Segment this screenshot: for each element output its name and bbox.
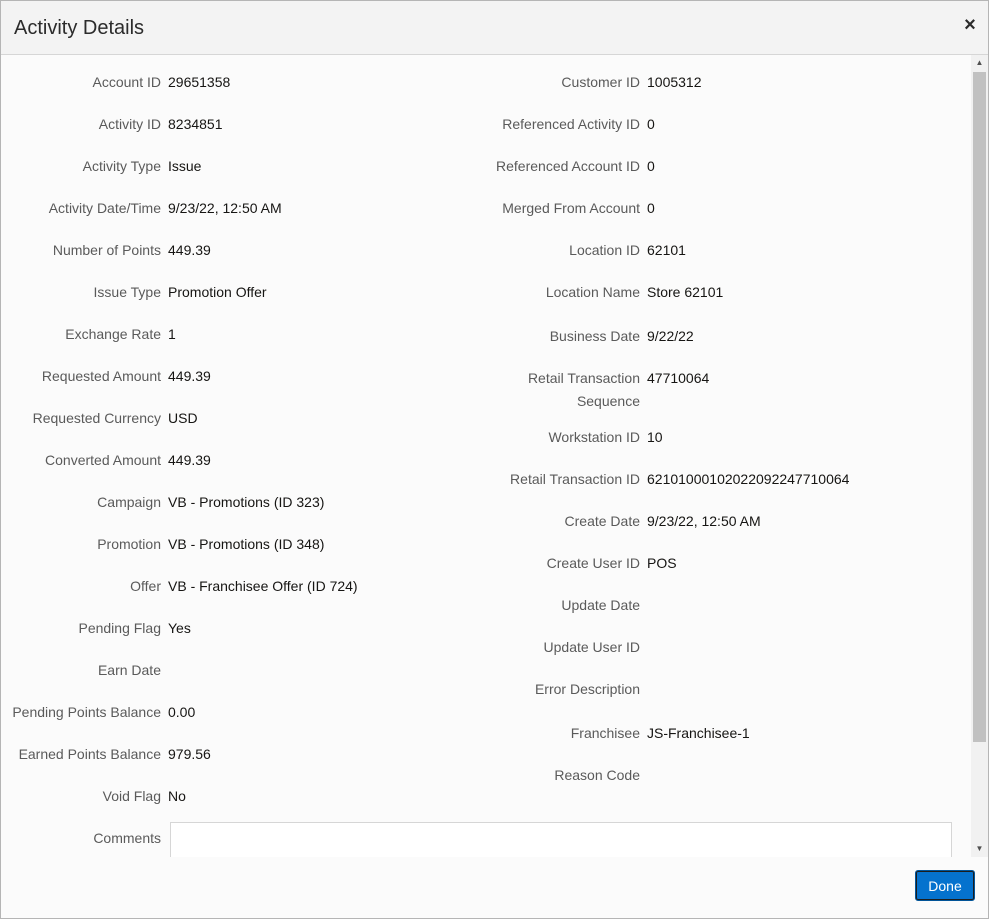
field-value-retail-transaction-sequence: 47710064 [647, 370, 710, 386]
close-icon[interactable]: × [962, 15, 978, 35]
dialog-title: Activity Details [14, 17, 145, 39]
field-value-activity-type: Issue [168, 158, 202, 174]
field-label-reason-code: Reason Code [554, 767, 640, 783]
field-value-requested-amount: 449.39 [168, 368, 211, 384]
field-label-account-id: Account ID [92, 74, 161, 90]
field-label-activity-datetime: Activity Date/Time [48, 200, 161, 216]
scrollbar-thumb[interactable] [973, 72, 986, 742]
field-label-converted-amount: Converted Amount [45, 452, 161, 468]
field-value-pending-flag: Yes [168, 620, 191, 636]
field-value-promotion: VB - Promotions (ID 348) [168, 536, 325, 552]
field-label-customer-id: Customer ID [561, 74, 640, 90]
field-label-promotion: Promotion [97, 536, 161, 552]
field-value-activity-datetime: 9/23/22, 12:50 AM [168, 200, 282, 216]
field-label-issue-type: Issue Type [93, 284, 161, 300]
field-label-location-id: Location ID [569, 242, 640, 258]
field-label-activity-id: Activity ID [98, 116, 161, 132]
field-label-location-name: Location Name [545, 284, 640, 300]
vertical-scrollbar[interactable]: ▲ ▼ [971, 55, 988, 857]
field-label-retail-transaction-id: Retail Transaction ID [510, 471, 640, 487]
field-label-retail-transaction-sequence: Retail Transaction [527, 370, 640, 386]
field-value-workstation-id: 10 [647, 429, 663, 445]
scroll-down-arrow-icon[interactable]: ▼ [971, 841, 988, 857]
field-value-offer: VB - Franchisee Offer (ID 724) [168, 578, 358, 594]
field-label-retail-transaction-sequence-line2: Sequence [576, 393, 640, 409]
field-label-activity-type: Activity Type [82, 158, 161, 174]
field-value-earned-points-balance: 979.56 [168, 746, 211, 762]
field-value-campaign: VB - Promotions (ID 323) [168, 494, 325, 510]
dialog-body: Account ID 29651358 Activity ID 8234851 … [1, 55, 971, 857]
field-label-pending-flag: Pending Flag [78, 620, 161, 636]
field-value-number-of-points: 449.39 [168, 242, 211, 258]
field-label-referenced-account-id: Referenced Account ID [496, 158, 640, 174]
field-value-pending-points-balance: 0.00 [168, 704, 196, 720]
field-value-location-id: 62101 [647, 242, 686, 258]
field-value-create-user-id: POS [647, 555, 677, 571]
field-label-earn-date: Earn Date [97, 662, 161, 678]
field-value-void-flag: No [168, 788, 186, 804]
field-label-pending-points-balance: Pending Points Balance [12, 704, 161, 720]
field-label-comments: Comments [93, 830, 161, 846]
field-value-franchisee: JS-Franchisee-1 [647, 725, 750, 741]
field-label-create-user-id: Create User ID [546, 555, 640, 571]
field-value-location-name: Store 62101 [647, 284, 724, 300]
activity-details-dialog: Activity Details × Account ID 29651358 A… [0, 0, 989, 919]
field-label-earned-points-balance: Earned Points Balance [18, 746, 161, 762]
field-label-create-date: Create Date [564, 513, 640, 529]
field-value-merged-from-account: 0 [647, 200, 655, 216]
field-label-exchange-rate: Exchange Rate [65, 326, 161, 342]
field-label-void-flag: Void Flag [102, 788, 161, 804]
field-label-business-date: Business Date [549, 328, 640, 344]
field-value-retail-transaction-id: 62101000102022092247710064 [647, 471, 850, 487]
field-label-referenced-activity-id: Referenced Activity ID [502, 116, 640, 132]
field-value-issue-type: Promotion Offer [168, 284, 267, 300]
field-label-update-user-id: Update User ID [543, 639, 640, 655]
field-label-merged-from-account: Merged From Account [502, 200, 640, 216]
field-label-campaign: Campaign [97, 494, 161, 510]
done-button[interactable]: Done [915, 870, 975, 901]
field-value-requested-currency: USD [168, 410, 198, 426]
field-label-franchisee: Franchisee [570, 725, 640, 741]
field-value-account-id: 29651358 [168, 74, 231, 90]
field-value-referenced-activity-id: 0 [647, 116, 655, 132]
dialog-header: Activity Details × [1, 1, 988, 55]
field-label-number-of-points: Number of Points [52, 242, 161, 258]
field-label-requested-currency: Requested Currency [32, 410, 161, 426]
field-label-requested-amount: Requested Amount [41, 368, 161, 384]
field-value-referenced-account-id: 0 [647, 158, 655, 174]
field-value-activity-id: 8234851 [168, 116, 223, 132]
field-value-create-date: 9/23/22, 12:50 AM [647, 513, 761, 529]
field-value-converted-amount: 449.39 [168, 452, 211, 468]
field-value-exchange-rate: 1 [168, 326, 176, 342]
field-label-update-date: Update Date [561, 597, 640, 613]
field-value-customer-id: 1005312 [647, 74, 702, 90]
field-value-business-date: 9/22/22 [647, 328, 694, 344]
dialog-footer: Done [1, 857, 988, 918]
scroll-up-arrow-icon[interactable]: ▲ [971, 55, 988, 71]
field-label-workstation-id: Workstation ID [548, 429, 640, 445]
field-label-error-description: Error Description [534, 681, 640, 697]
field-label-offer: Offer [130, 578, 161, 594]
comments-textarea[interactable] [170, 822, 952, 857]
